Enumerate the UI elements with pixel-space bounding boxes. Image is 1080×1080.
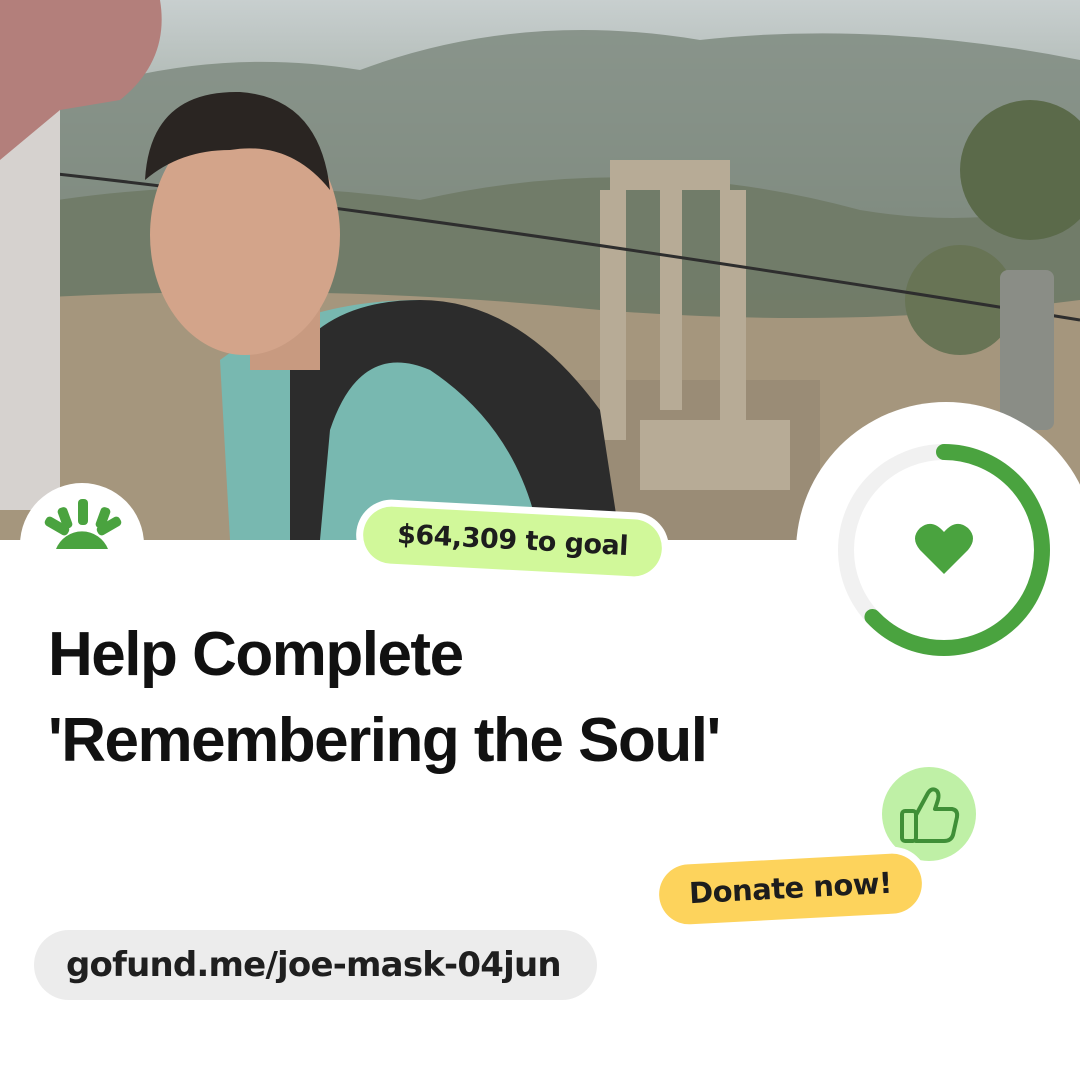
campaign-title: Help Complete 'Remembering the Soul' [48, 612, 808, 784]
donate-now-button[interactable]: Donate now! [650, 844, 931, 934]
donate-now-label: Donate now! [657, 852, 924, 926]
campaign-title-line-2: 'Remembering the Soul' [48, 706, 721, 775]
progress-ring [796, 402, 1080, 702]
campaign-title-line-1: Help Complete [48, 620, 464, 689]
goal-remaining-badge: $64,309 to goal [354, 497, 671, 586]
campaign-url-link[interactable]: gofund.me/joe-mask-04jun [34, 930, 597, 1000]
gofundme-sunrise-icon [44, 499, 122, 549]
gofundme-logo [20, 483, 144, 607]
goal-remaining-text: $64,309 to goal [361, 505, 664, 578]
heart-icon [915, 523, 973, 574]
